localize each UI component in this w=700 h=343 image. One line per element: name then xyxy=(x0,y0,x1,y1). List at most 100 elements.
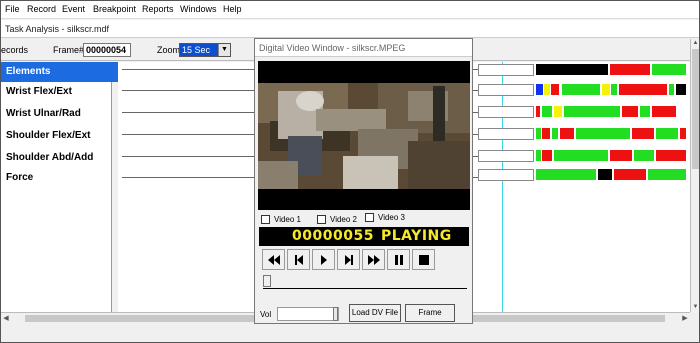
segment-green xyxy=(640,106,650,117)
stop-icon xyxy=(419,255,429,265)
segment-green xyxy=(669,84,674,95)
volume-label: Vol xyxy=(260,310,272,319)
video-2-checkbox[interactable] xyxy=(317,215,326,224)
fast-forward-button[interactable] xyxy=(362,249,385,270)
segment-red xyxy=(610,150,632,161)
segment-green xyxy=(554,150,608,161)
zoom-label: Zoom xyxy=(157,45,181,55)
menu-bar: File Record Event Breakpoint Reports Win… xyxy=(1,1,699,19)
zoom-value: 15 Sec xyxy=(180,44,218,56)
segment-green xyxy=(652,64,686,75)
segment-red xyxy=(680,128,686,139)
element-row-shoulder-flex-ext[interactable]: Shoulder Flex/Ext xyxy=(1,126,112,146)
segment-green xyxy=(552,128,558,139)
track-end-box xyxy=(478,106,534,118)
segment-black xyxy=(676,84,686,95)
vertical-scrollbar[interactable]: ▲ ▼ xyxy=(690,39,699,312)
track-end-box xyxy=(478,169,534,181)
play-icon xyxy=(321,255,327,265)
segment-red xyxy=(536,106,540,117)
elements-header[interactable]: Elements xyxy=(1,62,112,82)
menu-help[interactable]: Help xyxy=(223,4,242,14)
step-forward-button[interactable] xyxy=(337,249,360,270)
step-back-button[interactable] xyxy=(287,249,310,270)
segment-green xyxy=(536,128,541,139)
segment-red xyxy=(610,64,650,75)
segment-blue xyxy=(536,84,543,95)
volume-slider[interactable] xyxy=(277,307,339,321)
video-1-checkbox[interactable] xyxy=(261,215,270,224)
play-button[interactable] xyxy=(312,249,335,270)
playhead-line xyxy=(502,62,503,312)
segment-red xyxy=(656,150,686,161)
track-end-box xyxy=(478,128,534,140)
element-row-force[interactable]: Force xyxy=(1,168,112,188)
elements-panel: Elements Wrist Flex/Ext Wrist Ulnar/Rad … xyxy=(1,62,112,312)
dv-title-bar[interactable]: Digital Video Window - silkscr.MPEG xyxy=(255,39,472,57)
load-dv-file-button[interactable]: Load DV File xyxy=(349,304,401,322)
video-frame xyxy=(258,61,470,210)
segment-green xyxy=(656,128,678,139)
scroll-down-icon[interactable]: ▼ xyxy=(691,303,699,312)
digital-video-window: Digital Video Window - silkscr.MPEG Vide… xyxy=(254,38,473,324)
video-3-checkbox[interactable] xyxy=(365,213,374,222)
pause-button[interactable] xyxy=(387,249,410,270)
segment-red xyxy=(551,84,559,95)
video-2-label: Video 2 xyxy=(330,215,357,224)
position-slider[interactable] xyxy=(259,274,467,292)
element-row-shoulder-abd-add[interactable]: Shoulder Abd/Add xyxy=(1,148,112,168)
current-frame-display: 00000055 xyxy=(292,228,374,244)
element-row-wrist-flex-ext[interactable]: Wrist Flex/Ext xyxy=(1,82,112,102)
segment-green xyxy=(542,106,552,117)
chevron-down-icon[interactable]: ▼ xyxy=(218,44,230,56)
track-end-box xyxy=(478,150,534,162)
segment-red xyxy=(619,84,667,95)
document-title-bar: Task Analysis - silkscr.mdf xyxy=(1,20,699,38)
segment-green xyxy=(536,169,596,180)
video-1-label: Video 1 xyxy=(274,215,301,224)
segment-yellow xyxy=(554,106,562,117)
zoom-select[interactable]: 15 Sec ▼ xyxy=(179,43,231,57)
transport-controls xyxy=(262,249,435,270)
records-label[interactable]: ecords xyxy=(1,45,28,55)
video-checkbox-row: Video 1 Video 2 Video 3 xyxy=(255,213,472,227)
step-forward-icon xyxy=(345,255,353,265)
position-slider-thumb[interactable] xyxy=(263,275,271,287)
stop-button[interactable] xyxy=(412,249,435,270)
frame-label: Frame#: xyxy=(53,45,87,55)
video-image xyxy=(258,61,470,210)
segment-red xyxy=(542,150,552,161)
menu-windows[interactable]: Windows xyxy=(180,4,217,14)
fast-forward-icon xyxy=(368,255,380,265)
position-slider-track xyxy=(263,288,467,289)
frame-number-field[interactable]: 00000054 xyxy=(83,43,131,57)
track-end-box xyxy=(478,84,534,96)
playback-status-display: PLAYING xyxy=(381,228,452,244)
segment-green xyxy=(611,84,617,95)
menu-breakpoint[interactable]: Breakpoint xyxy=(93,4,136,14)
segment-yellow xyxy=(602,84,610,95)
scroll-up-icon[interactable]: ▲ xyxy=(691,39,699,48)
segment-red xyxy=(622,106,638,117)
segment-red xyxy=(542,128,550,139)
segment-green xyxy=(648,169,686,180)
app-window: File Record Event Breakpoint Reports Win… xyxy=(0,0,700,343)
track-end-box xyxy=(478,64,534,76)
segment-black xyxy=(598,169,612,180)
element-row-wrist-ulnar-rad[interactable]: Wrist Ulnar/Rad xyxy=(1,104,112,124)
vertical-scroll-thumb[interactable] xyxy=(692,49,699,169)
menu-record[interactable]: Record xyxy=(27,4,56,14)
segment-green xyxy=(562,84,600,95)
segment-green xyxy=(536,150,541,161)
segment-red xyxy=(652,106,676,117)
rewind-button[interactable] xyxy=(262,249,285,270)
menu-file[interactable]: File xyxy=(5,4,20,14)
segment-green xyxy=(576,128,630,139)
status-bar xyxy=(1,323,699,342)
menu-event[interactable]: Event xyxy=(62,4,85,14)
frame-button[interactable]: Frame xyxy=(405,304,455,322)
volume-slider-thumb[interactable] xyxy=(333,307,338,321)
rewind-icon xyxy=(268,255,280,265)
dv-window-title: Digital Video Window - silkscr.MPEG xyxy=(259,43,406,53)
menu-reports[interactable]: Reports xyxy=(142,4,174,14)
